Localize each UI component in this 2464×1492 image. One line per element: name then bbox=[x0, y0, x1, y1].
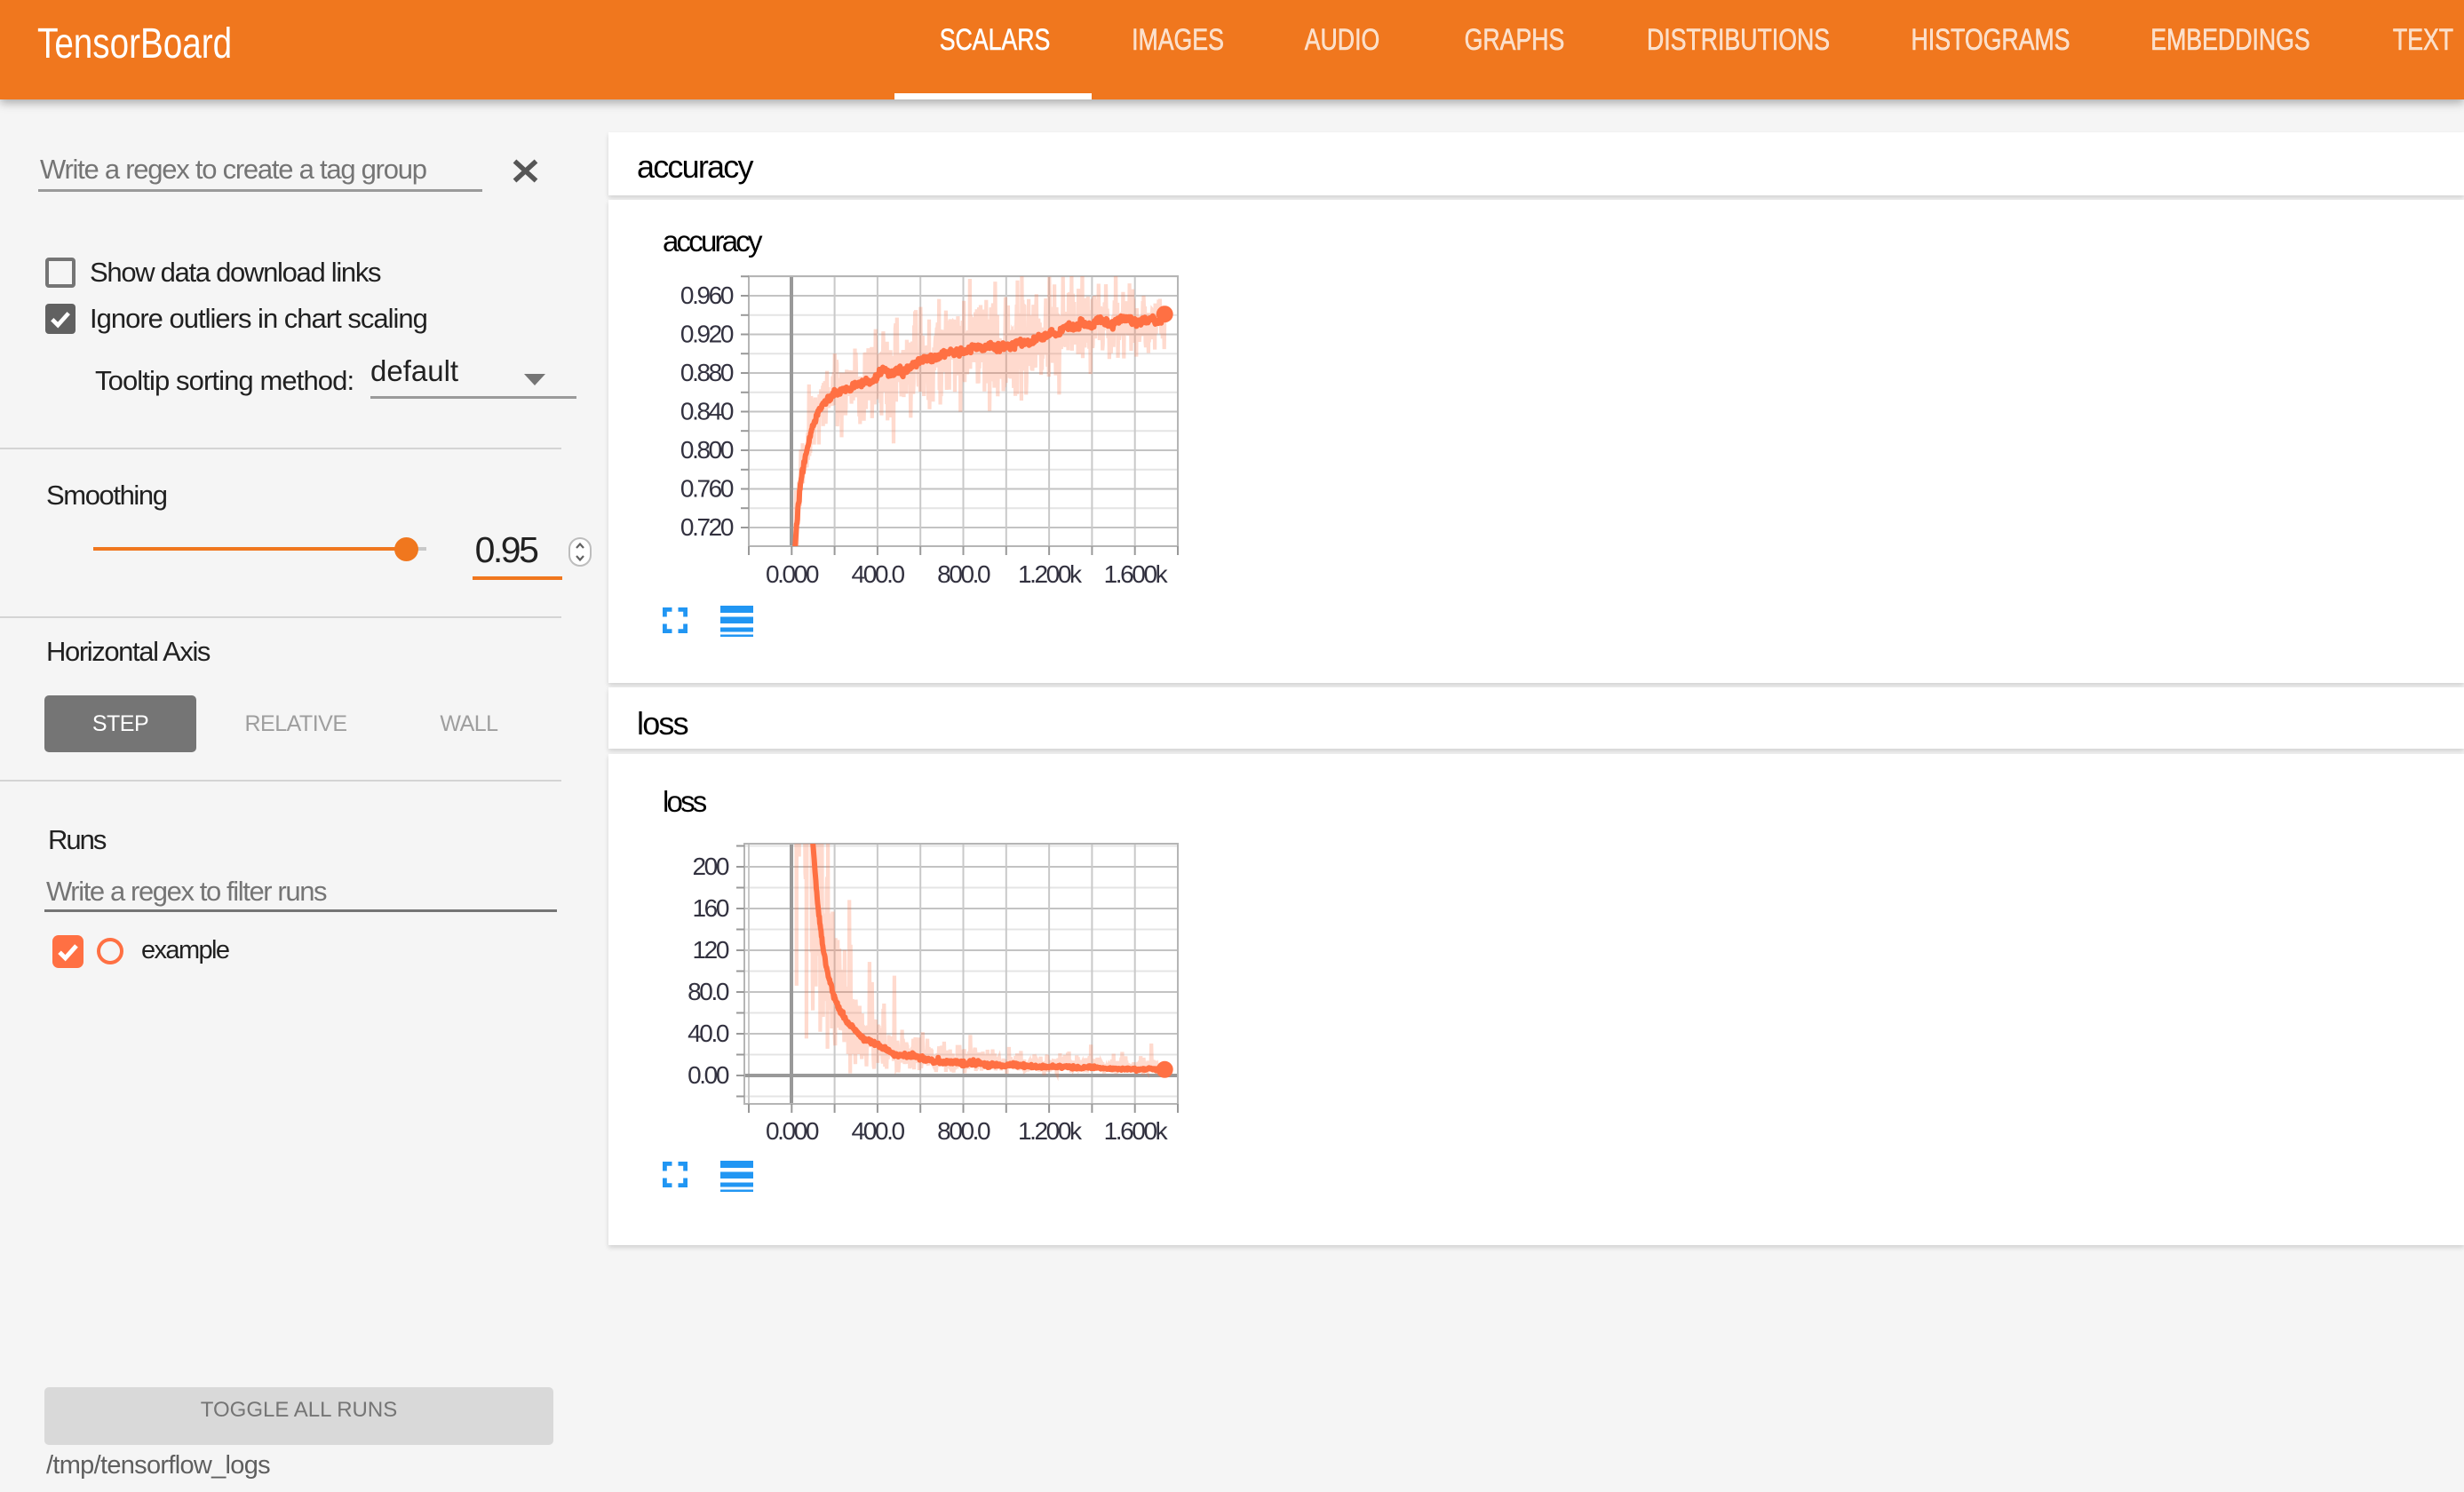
svg-text:1.200k: 1.200k bbox=[1018, 1117, 1083, 1145]
svg-text:200: 200 bbox=[692, 853, 728, 880]
svg-text:0.960: 0.960 bbox=[680, 282, 734, 309]
svg-text:80.0: 80.0 bbox=[688, 978, 729, 1005]
svg-text:160: 160 bbox=[692, 894, 728, 922]
svg-text:0.920: 0.920 bbox=[680, 321, 734, 348]
svg-text:0.880: 0.880 bbox=[680, 359, 734, 386]
svg-text:0.720: 0.720 bbox=[680, 513, 734, 541]
svg-text:1.200k: 1.200k bbox=[1018, 560, 1083, 588]
svg-text:0.00: 0.00 bbox=[688, 1061, 729, 1089]
svg-text:400.0: 400.0 bbox=[852, 560, 905, 588]
svg-text:0.000: 0.000 bbox=[766, 1117, 819, 1145]
svg-text:1.600k: 1.600k bbox=[1104, 1117, 1169, 1145]
svg-text:0.000: 0.000 bbox=[766, 560, 819, 588]
svg-text:800.0: 800.0 bbox=[937, 560, 990, 588]
svg-text:400.0: 400.0 bbox=[852, 1117, 905, 1145]
svg-text:40.0: 40.0 bbox=[688, 1020, 729, 1047]
svg-text:0.800: 0.800 bbox=[680, 436, 734, 464]
svg-text:0.840: 0.840 bbox=[680, 398, 734, 425]
svg-text:0.760: 0.760 bbox=[680, 475, 734, 503]
svg-text:1.600k: 1.600k bbox=[1104, 560, 1169, 588]
svg-text:800.0: 800.0 bbox=[937, 1117, 990, 1145]
svg-text:120: 120 bbox=[692, 936, 728, 964]
